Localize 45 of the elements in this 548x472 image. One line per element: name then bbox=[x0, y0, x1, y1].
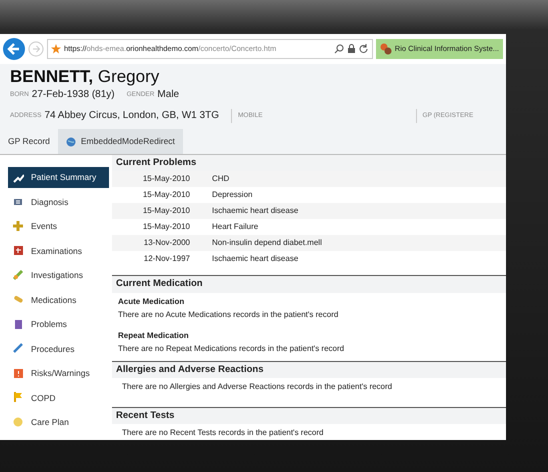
problem-cell: Heart Failure bbox=[212, 221, 258, 234]
search-icon bbox=[334, 44, 344, 54]
star-icon bbox=[51, 44, 61, 54]
section-heading: Current Problems bbox=[112, 155, 506, 172]
patient-name: BENNETT, Gregory bbox=[10, 67, 160, 88]
problem-cell: Ischaemic heart disease bbox=[212, 253, 298, 266]
empty-message: There are no Acute Medications records in the patient's record bbox=[117, 308, 340, 321]
section-heading: Allergies and Adverse Reactions bbox=[112, 360, 506, 378]
problem-cell: CHD bbox=[212, 173, 230, 186]
sidebar-item[interactable]: Medications bbox=[8, 290, 109, 310]
sidebar-item[interactable]: Investigations bbox=[8, 265, 109, 286]
field-value: 74 Abbey Circus, London, GB, W1 3TG bbox=[44, 109, 219, 124]
empty-message: There are no Allergies and Adverse Reactions records in the patient's record bbox=[121, 380, 394, 393]
globe-icon bbox=[66, 136, 76, 147]
field-value: 27-Feb-1938 (81y) bbox=[32, 88, 115, 102]
app-logo-icon bbox=[380, 43, 392, 55]
sidebar-item[interactable]: Care Plan bbox=[8, 412, 109, 433]
date-cell-text: 15-May-2010 bbox=[142, 173, 191, 186]
problem-cell: Depression bbox=[212, 189, 252, 202]
sidebar-item[interactable]: Patient Summary bbox=[8, 167, 109, 188]
sidebar-item[interactable]: COPD bbox=[8, 388, 109, 408]
sidebar-item[interactable]: Procedures bbox=[8, 338, 109, 360]
sidebar-item[interactable]: Risks/Warnings bbox=[8, 363, 109, 384]
subsection-heading: Acute Medication bbox=[117, 296, 186, 308]
back-button[interactable] bbox=[3, 38, 25, 60]
section-heading: Current Medication bbox=[112, 275, 506, 293]
empty-message: There are no Repeat Medications records in the patient's record bbox=[117, 342, 346, 355]
lock-icon bbox=[346, 44, 356, 54]
sidebar-item[interactable]: Examinations bbox=[8, 240, 109, 262]
sidebar-item[interactable]: Problems bbox=[8, 314, 109, 335]
date-cell-text: 12-Nov-1997 bbox=[142, 253, 191, 266]
sidebar-item[interactable]: Diagnosis bbox=[8, 192, 109, 212]
sidebar-item[interactable]: Events bbox=[8, 216, 109, 237]
field-value: Male bbox=[157, 88, 180, 102]
tab[interactable]: EmbeddedModeRedirect bbox=[58, 129, 183, 154]
empty-message: There are no Recent Tests records in the patient's record bbox=[121, 427, 324, 440]
date-cell-text: 13-Nov-2000 bbox=[142, 237, 191, 250]
section-heading: Recent Tests bbox=[112, 406, 506, 424]
date-cell-text: 15-May-2010 bbox=[142, 221, 191, 234]
date-cell-text: 15-May-2010 bbox=[142, 205, 191, 218]
refresh-icon bbox=[358, 44, 369, 54]
problem-cell: Ischaemic heart disease bbox=[212, 205, 298, 218]
subsection-heading: Repeat Medication bbox=[117, 330, 190, 342]
problem-cell: Non-insulin depend diabet.mell bbox=[212, 237, 322, 250]
date-cell-text: 15-May-2010 bbox=[142, 189, 191, 202]
